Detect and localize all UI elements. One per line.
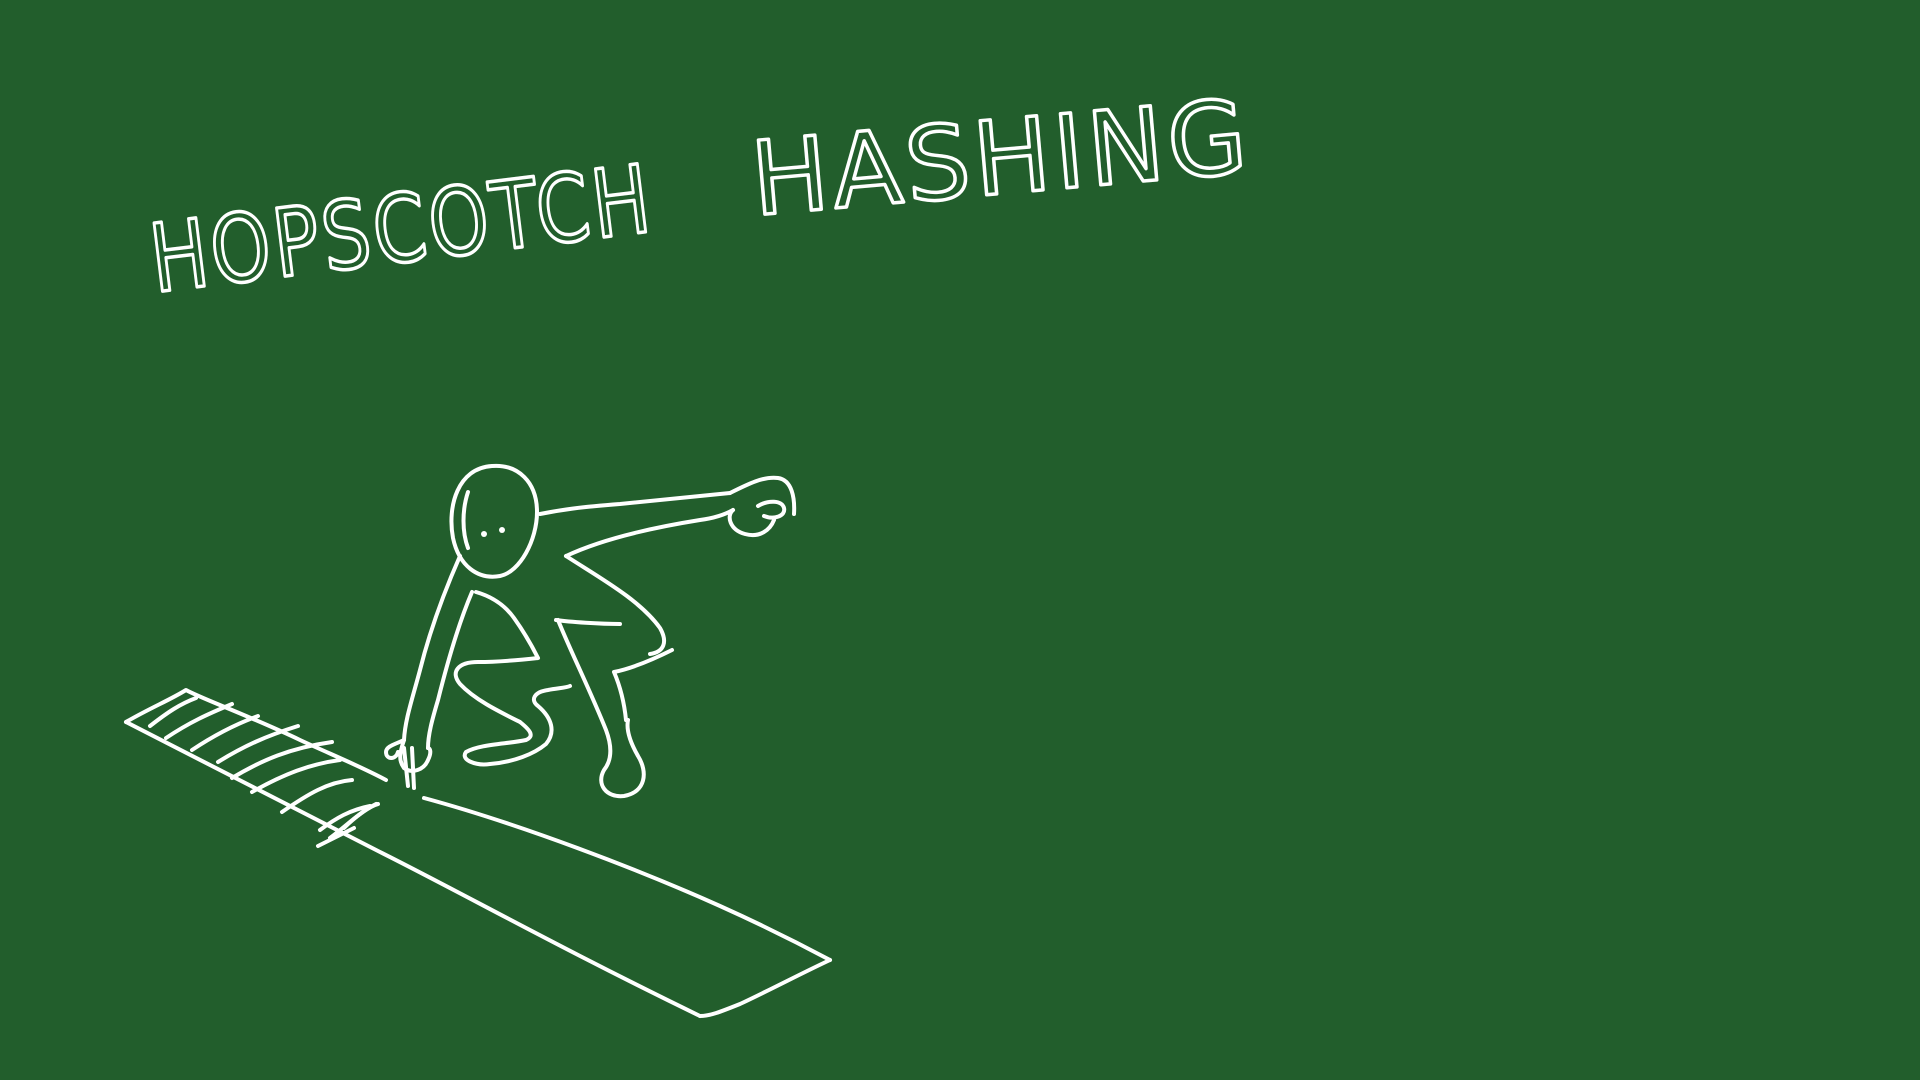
figure-left-thigh [453,590,540,724]
hopscotch-grid [124,688,832,1018]
chalkboard: HOPSCOTCH HASHING [124,76,1257,1018]
title-word-hashing: HASHING [747,78,1255,240]
figure-right-thigh [554,618,622,626]
figure-right-eye [499,527,505,533]
title-word-hopscotch: HOPSCOTCH [145,145,660,315]
grid-cross-line [216,724,300,764]
grid-cross-line [280,778,354,814]
grid-end-cap [698,958,832,1018]
title: HOPSCOTCH HASHING [143,76,1257,317]
figure-ground-hand [384,738,433,773]
figure-left-shin [462,684,572,767]
figure-arm-upper [538,491,732,516]
figure-arm-lower [564,508,735,558]
grid-long-edge [422,796,832,962]
stick-figure-illustration [384,463,797,799]
figure-chest [564,554,667,656]
figure-right-leg [556,618,674,799]
chalk-stick-icon [402,746,416,790]
figure-head-outline-inner [461,490,470,550]
figure-left-eye [481,531,487,537]
figure-hand [727,475,797,537]
